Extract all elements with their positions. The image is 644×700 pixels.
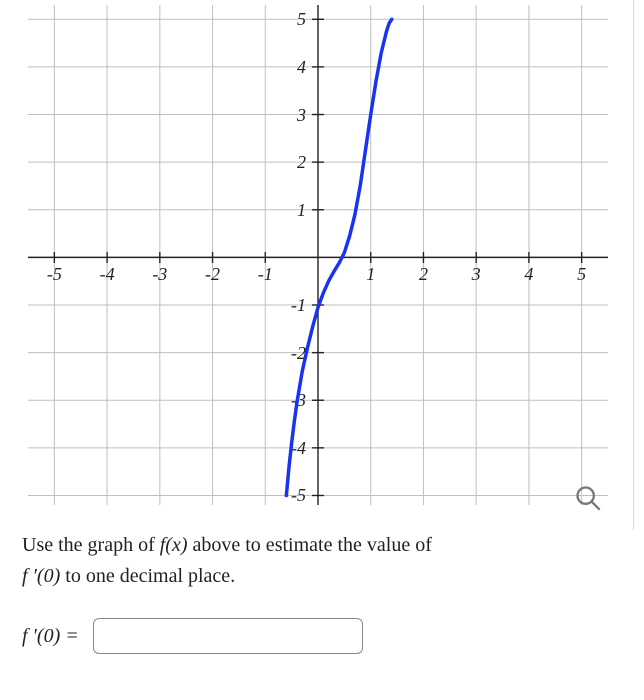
xtick--4: -4 [100,264,115,284]
ytick-5: 5 [297,9,306,29]
function-plot: -5 -4 -3 -2 -1 1 2 3 4 5 5 4 3 2 1 -1 -2… [18,0,618,510]
axes [28,5,608,505]
xtick-4: 4 [524,264,533,284]
xtick--1: -1 [258,264,273,284]
question-pre: Use the graph of [22,534,160,556]
xtick-3: 3 [471,264,481,284]
xtick-2: 2 [419,264,428,284]
chart-area: -5 -4 -3 -2 -1 1 2 3 4 5 5 4 3 2 1 -1 -2… [18,0,618,510]
ytick-3: 3 [296,105,306,125]
answer-row: f ′(0) = [22,618,614,654]
question-fx: f(x) [160,534,188,556]
question-post2: to one decimal place. [65,565,235,587]
xtick--2: -2 [205,264,220,284]
ytick--1: -1 [291,295,306,315]
xtick-1: 1 [366,264,375,284]
xtick--5: -5 [47,264,62,284]
problem-container: -5 -4 -3 -2 -1 1 2 3 4 5 5 4 3 2 1 -1 -2… [0,0,644,654]
xtick-5: 5 [577,264,586,284]
magnify-icon[interactable] [574,484,602,512]
question-fprime: f ′(0) [22,565,60,587]
ytick-2: 2 [297,152,306,172]
ytick-4: 4 [297,57,306,77]
answer-input[interactable] [93,618,363,654]
question-post: above to estimate the value of [193,534,432,556]
question-text: Use the graph of f(x) above to estimate … [22,530,614,592]
xtick--3: -3 [152,264,167,284]
answer-label: f ′(0) = [22,625,79,648]
ytick--5: -5 [291,485,306,505]
right-divider [633,0,634,530]
ytick-1: 1 [297,200,306,220]
